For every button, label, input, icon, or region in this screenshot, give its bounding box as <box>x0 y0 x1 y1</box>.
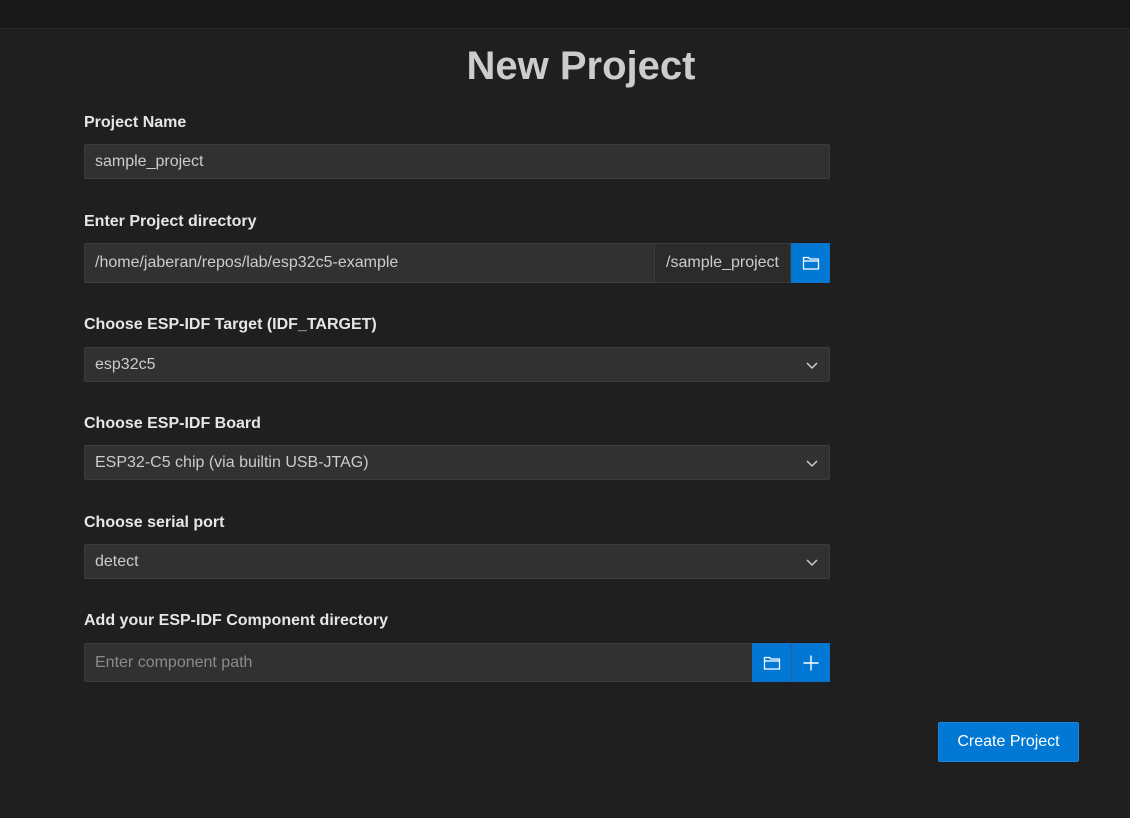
idf-target-select[interactable]: esp32c5 <box>84 347 830 382</box>
plus-icon <box>803 655 818 670</box>
idf-target-label: Choose ESP-IDF Target (IDF_TARGET) <box>84 316 377 333</box>
idf-target-selected-value: esp32c5 <box>95 356 156 373</box>
top-bar <box>0 0 1130 29</box>
page-title: New Project <box>466 44 696 88</box>
chevron-down-icon <box>806 559 818 567</box>
project-name-label: Project Name <box>84 114 187 131</box>
idf-board-select[interactable]: ESP32-C5 chip (via builtin USB-JTAG) <box>84 445 830 480</box>
project-directory-label: Enter Project directory <box>84 213 257 230</box>
chevron-down-icon <box>806 460 818 468</box>
project-directory-row: /sample_project <box>84 243 830 283</box>
folder-icon <box>802 256 819 270</box>
component-path-input[interactable] <box>84 643 752 682</box>
serial-port-label: Choose serial port <box>84 514 225 531</box>
component-directory-row <box>84 643 830 682</box>
idf-board-selected-value: ESP32-C5 chip (via builtin USB-JTAG) <box>95 454 369 471</box>
project-name-input[interactable] <box>84 144 830 179</box>
browse-component-directory-button[interactable] <box>752 643 791 682</box>
add-component-button[interactable] <box>791 643 830 682</box>
chevron-down-icon <box>806 362 818 370</box>
serial-port-selected-value: detect <box>95 553 139 570</box>
folder-icon <box>763 656 780 670</box>
component-directory-label: Add your ESP-IDF Component directory <box>84 612 389 629</box>
create-project-button[interactable]: Create Project <box>938 722 1079 762</box>
project-directory-suffix: /sample_project <box>654 243 791 283</box>
idf-board-label: Choose ESP-IDF Board <box>84 415 261 432</box>
project-directory-input[interactable] <box>84 243 655 283</box>
serial-port-select[interactable]: detect <box>84 544 830 579</box>
browse-project-directory-button[interactable] <box>791 243 830 283</box>
